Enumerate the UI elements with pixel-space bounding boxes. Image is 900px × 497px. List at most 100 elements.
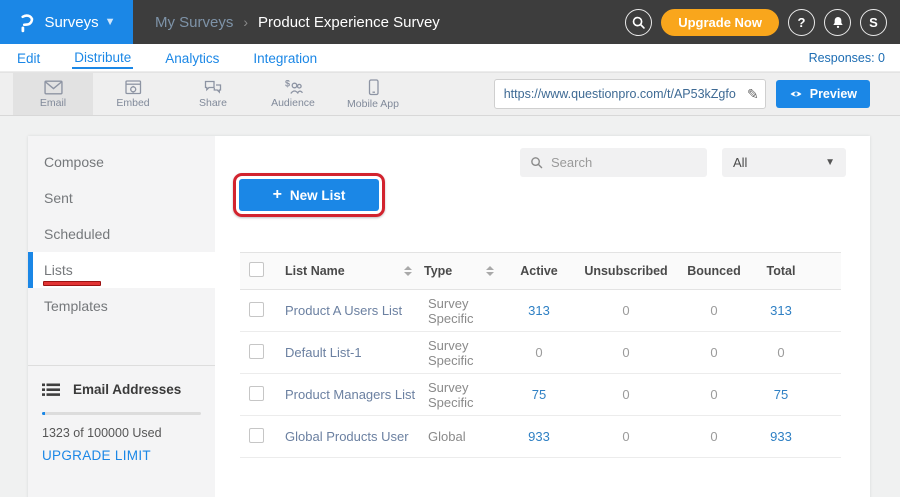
row-checkbox[interactable]: [249, 302, 264, 317]
search-icon: [530, 156, 543, 169]
toolbar-item-email[interactable]: Email: [13, 73, 93, 115]
sidebar-item-scheduled[interactable]: Scheduled: [28, 216, 215, 252]
list-name-link[interactable]: Product A Users List: [280, 303, 424, 318]
lists-search-input[interactable]: [551, 155, 697, 170]
list-name-link[interactable]: Product Managers List: [280, 387, 424, 402]
email-sidebar: Compose Sent Scheduled Lists Templates E…: [28, 136, 215, 497]
list-type: Global: [424, 429, 506, 444]
sidebar-item-sent[interactable]: Sent: [28, 180, 215, 216]
active-count[interactable]: 933: [506, 429, 572, 444]
survey-nav-tabs: Edit Distribute Analytics Integration Re…: [0, 44, 900, 72]
list-name-link[interactable]: Default List-1: [280, 345, 424, 360]
plus-icon: +: [273, 186, 282, 204]
toolbar-item-mobile-app[interactable]: Mobile App: [333, 73, 413, 115]
avatar[interactable]: S: [860, 9, 887, 36]
email-usage-progressbar: [42, 412, 201, 415]
total-count[interactable]: 313: [748, 303, 814, 318]
email-addresses-title: Email Addresses: [73, 382, 181, 397]
chevron-down-icon: ▼: [105, 16, 116, 28]
column-header-total: Total: [748, 264, 814, 278]
bounced-count: 0: [680, 429, 748, 444]
toolbar-item-share[interactable]: Share: [173, 73, 253, 115]
toolbar-item-label: Share: [199, 97, 227, 109]
topbar-actions: Upgrade Now ? S: [625, 9, 900, 36]
toolbar-item-label: Mobile App: [347, 98, 399, 110]
table-row: Product A Users List Survey Specific 313…: [240, 290, 841, 332]
select-all-checkbox[interactable]: [249, 262, 264, 277]
survey-url-input[interactable]: [504, 87, 743, 101]
product-label: Surveys: [44, 14, 98, 31]
search-icon: [631, 15, 646, 30]
tab-distribute[interactable]: Distribute: [72, 47, 133, 69]
lists-panel: All ▼ + New List List Name: [215, 136, 870, 497]
column-header-unsubscribed: Unsubscribed: [572, 264, 680, 278]
list-type: Survey Specific: [424, 296, 506, 326]
sidebar-item-templates[interactable]: Templates: [28, 288, 215, 324]
breadcrumb: My Surveys › Product Experience Survey: [155, 14, 440, 31]
list-type: Survey Specific: [424, 380, 506, 410]
topbar: Surveys ▼ My Surveys › Product Experienc…: [0, 0, 900, 44]
mobile-phone-icon: [365, 79, 382, 96]
preview-button[interactable]: Preview: [776, 80, 870, 108]
list-icon: [42, 383, 60, 397]
toolbar-item-audience[interactable]: $ Audience: [253, 73, 333, 115]
distribute-toolbar: Email Embed Share $: [0, 72, 900, 116]
total-count[interactable]: 75: [748, 387, 814, 402]
unsubscribed-count: 0: [572, 429, 680, 444]
sidebar-item-compose[interactable]: Compose: [28, 144, 215, 180]
tab-edit[interactable]: Edit: [15, 48, 42, 68]
toolbar-item-label: Email: [40, 97, 66, 109]
chevron-down-icon: ▼: [825, 157, 835, 168]
survey-url-box: ✎: [494, 79, 766, 109]
sort-icon: [404, 266, 412, 276]
lists-table: List Name Type Active Unsubscribed Bounc…: [240, 252, 841, 458]
edit-url-pencil-icon[interactable]: ✎: [743, 86, 759, 103]
email-icon: [44, 80, 63, 95]
column-header-type[interactable]: Type: [424, 264, 506, 278]
surveys-product-menu[interactable]: Surveys ▼: [0, 0, 133, 44]
eye-icon: [789, 89, 803, 99]
bounced-count: 0: [680, 303, 748, 318]
tab-integration[interactable]: Integration: [251, 48, 319, 68]
responses-count[interactable]: Responses: 0: [809, 51, 885, 65]
toolbar-item-embed[interactable]: Embed: [93, 73, 173, 115]
row-checkbox[interactable]: [249, 344, 264, 359]
email-usage-progress-fill: [42, 412, 45, 415]
active-count: 0: [506, 345, 572, 360]
app-screen: Surveys ▼ My Surveys › Product Experienc…: [0, 0, 900, 497]
list-type-filter-dropdown[interactable]: All ▼: [722, 148, 846, 177]
upgrade-limit-link[interactable]: UPGRADE LIMIT: [42, 448, 201, 463]
total-count: 0: [748, 345, 814, 360]
notifications-button[interactable]: [824, 9, 851, 36]
unsubscribed-count: 0: [572, 303, 680, 318]
active-count[interactable]: 75: [506, 387, 572, 402]
column-header-list-name[interactable]: List Name: [280, 264, 424, 278]
unsubscribed-count: 0: [572, 387, 680, 402]
sort-icon: [486, 266, 494, 276]
breadcrumb-separator-icon: ›: [243, 14, 248, 30]
svg-text:$: $: [285, 79, 290, 89]
tab-analytics[interactable]: Analytics: [163, 48, 221, 68]
breadcrumb-my-surveys[interactable]: My Surveys: [155, 14, 233, 31]
sidebar-item-label: Lists: [44, 262, 73, 278]
search-button[interactable]: [625, 9, 652, 36]
row-checkbox[interactable]: [249, 428, 264, 443]
toolbar-item-label: Audience: [271, 97, 315, 109]
new-list-button[interactable]: + New List: [239, 179, 379, 211]
row-checkbox[interactable]: [249, 386, 264, 401]
sidebar-item-lists[interactable]: Lists: [28, 252, 215, 288]
unsubscribed-count: 0: [572, 345, 680, 360]
email-usage-text: 1323 of 100000 Used: [42, 426, 201, 440]
help-button[interactable]: ?: [788, 9, 815, 36]
list-name-link[interactable]: Global Products User: [280, 429, 424, 444]
column-header-active: Active: [506, 264, 572, 278]
upgrade-now-button[interactable]: Upgrade Now: [661, 9, 779, 36]
list-type: Survey Specific: [424, 338, 506, 368]
active-count[interactable]: 313: [506, 303, 572, 318]
table-row: Global Products User Global 933 0 0 933: [240, 416, 841, 458]
table-header-row: List Name Type Active Unsubscribed Bounc…: [240, 252, 841, 290]
table-row: Default List-1 Survey Specific 0 0 0 0: [240, 332, 841, 374]
total-count[interactable]: 933: [748, 429, 814, 444]
lists-search-box: [520, 148, 707, 177]
filter-selected-value: All: [733, 155, 747, 170]
